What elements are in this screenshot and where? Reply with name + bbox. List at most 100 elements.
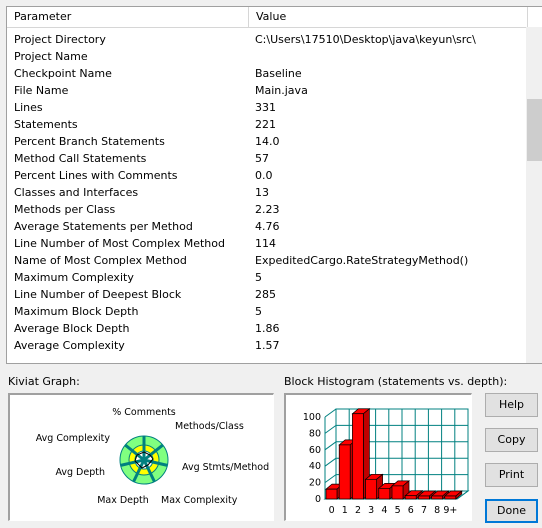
histogram-y-tick: 100 <box>303 412 321 423</box>
value-cell: Main.java <box>255 84 308 97</box>
kiviat-graph-label: Kiviat Graph: <box>8 375 80 388</box>
value-cell: 1.57 <box>255 339 280 352</box>
table-row[interactable]: Maximum Block Depth 5 <box>7 303 531 320</box>
table-row[interactable]: Project Directory C:\Users\17510\Desktop\… <box>7 31 531 48</box>
histogram-bar-front <box>365 478 377 500</box>
parameter-cell: Average Block Depth <box>14 322 130 335</box>
table-row[interactable]: Method Call Statements 57 <box>7 150 531 167</box>
table-row[interactable]: Name of Most Complex Method ExpeditedCarg… <box>7 252 531 269</box>
parameter-cell: Classes and Interfaces <box>14 186 139 199</box>
vertical-scrollbar[interactable] <box>526 27 542 363</box>
parameter-cell: Project Name <box>14 50 88 63</box>
kiviat-axis-label: Max Depth <box>97 495 149 506</box>
histogram-x-tick: 2 <box>355 505 361 516</box>
value-cell: 2.23 <box>255 203 280 216</box>
parameter-cell: Average Complexity <box>14 339 125 352</box>
histogram-y-tick: 0 <box>315 494 321 505</box>
histogram-x-tick: 5 <box>395 505 401 516</box>
value-cell: 57 <box>255 152 269 165</box>
histogram-gridline <box>324 457 337 467</box>
table-body: Project Directory C:\Users\17510\Desktop\… <box>7 31 531 354</box>
value-cell: 4.76 <box>255 220 280 233</box>
print-button[interactable]: Print <box>485 463 538 487</box>
histogram-y-tick: 40 <box>309 461 321 472</box>
table-row[interactable]: Checkpoint Name Baseline <box>7 65 531 82</box>
table-row[interactable]: Percent Branch Statements 14.0 <box>7 133 531 150</box>
parameter-cell: Method Call Statements <box>14 152 147 165</box>
value-cell: Baseline <box>255 67 302 80</box>
value-cell: 114 <box>255 237 276 250</box>
kiviat-axis-label: % Comments <box>112 407 176 418</box>
histogram-y-tick: 60 <box>309 445 321 456</box>
parameter-cell: Line Number of Most Complex Method <box>14 237 225 250</box>
block-histogram: 0 20 40 60 80 100 0 1 2 3 4 5 6 7 8 9+ <box>284 393 472 521</box>
value-cell: 221 <box>255 118 276 131</box>
histogram-x-tick: 8 <box>434 505 440 516</box>
histogram-gridline <box>324 441 337 451</box>
scrollbar-thumb[interactable] <box>527 99 542 161</box>
table-row[interactable]: Lines 331 <box>7 99 531 116</box>
histogram-bar-front <box>418 495 430 500</box>
copy-button[interactable]: Copy <box>485 428 538 452</box>
kiviat-axis-label: Max Complexity <box>161 495 238 506</box>
histogram-x-tick: 1 <box>342 505 348 516</box>
table-row[interactable]: File Name Main.java <box>7 82 531 99</box>
table-row[interactable]: Project Name <box>7 48 531 65</box>
table-row[interactable]: Average Block Depth 1.86 <box>7 320 531 337</box>
parameter-cell: Checkpoint Name <box>14 67 112 80</box>
metrics-table: Parameter Value Project Directory C:\User… <box>6 6 542 364</box>
histogram-bar-front <box>444 495 457 500</box>
parameter-cell: Name of Most Complex Method <box>14 254 187 267</box>
histogram-x-tick: 3 <box>368 505 374 516</box>
histogram-x-tick: 6 <box>408 505 414 516</box>
histogram-y-tick: 20 <box>309 478 321 489</box>
table-row[interactable]: Line Number of Most Complex Method 114 <box>7 235 531 252</box>
value-cell: 5 <box>255 305 262 318</box>
table-row[interactable]: Classes and Interfaces 13 <box>7 184 531 201</box>
histogram-bar-front <box>404 495 417 500</box>
parameter-cell: Average Statements per Method <box>14 220 193 233</box>
histogram-y-tick: 80 <box>309 428 321 439</box>
help-button[interactable]: Help <box>485 393 538 417</box>
kiviat-axis-label: Avg Stmts/Method <box>182 462 269 473</box>
parameter-cell: Maximum Complexity <box>14 271 134 284</box>
parameter-cell: Methods per Class <box>14 203 116 216</box>
histogram-bar-front <box>352 413 364 500</box>
value-cell: 14.0 <box>255 135 280 148</box>
table-row[interactable]: Average Complexity 1.57 <box>7 337 531 354</box>
histogram-bar-front <box>378 487 391 500</box>
value-cell: ExpeditedCargo.RateStrategyMethod() <box>255 254 469 267</box>
parameter-cell: Line Number of Deepest Block <box>14 288 182 301</box>
histogram-bar-front <box>338 444 351 500</box>
table-row[interactable]: Line Number of Deepest Block 285 <box>7 286 531 303</box>
table-row[interactable]: Methods per Class 2.23 <box>7 201 531 218</box>
histogram-x-tick: 4 <box>381 505 387 516</box>
column-header-value[interactable]: Value <box>249 7 528 27</box>
table-row[interactable]: Average Statements per Method 4.76 <box>7 218 531 235</box>
histogram-x-tick: 0 <box>329 505 335 516</box>
table-row[interactable]: Statements 221 <box>7 116 531 133</box>
histogram-bar-front <box>325 488 338 500</box>
value-cell: 331 <box>255 101 276 114</box>
value-cell: 0.0 <box>255 169 273 182</box>
parameter-cell: Percent Lines with Comments <box>14 169 178 182</box>
histogram-bar-front <box>391 485 404 500</box>
table-row[interactable]: Percent Lines with Comments 0.0 <box>7 167 531 184</box>
value-cell: 285 <box>255 288 276 301</box>
table-row[interactable]: Maximum Complexity 5 <box>7 269 531 286</box>
kiviat-axis-label: Avg Depth <box>55 467 105 478</box>
histogram-bar-front <box>431 495 443 500</box>
histogram-x-tick: 7 <box>421 505 427 516</box>
kiviat-graph-canvas: % Comments Methods/Class Avg Stmts/Method M… <box>36 407 269 506</box>
parameter-cell: File Name <box>14 84 69 97</box>
value-cell: 5 <box>255 271 262 284</box>
parameter-cell: Maximum Block Depth <box>14 305 139 318</box>
parameter-cell: Project Directory <box>14 33 106 46</box>
parameter-cell: Statements <box>14 118 78 131</box>
block-histogram-label: Block Histogram (statements vs. depth): <box>284 375 508 388</box>
column-header-parameter[interactable]: Parameter <box>7 7 249 27</box>
histogram-gridline <box>324 474 337 484</box>
done-button[interactable]: Done <box>485 499 538 523</box>
value-cell: 13 <box>255 186 269 199</box>
value-cell: C:\Users\17510\Desktop\java\keyun\src\ <box>255 33 476 46</box>
